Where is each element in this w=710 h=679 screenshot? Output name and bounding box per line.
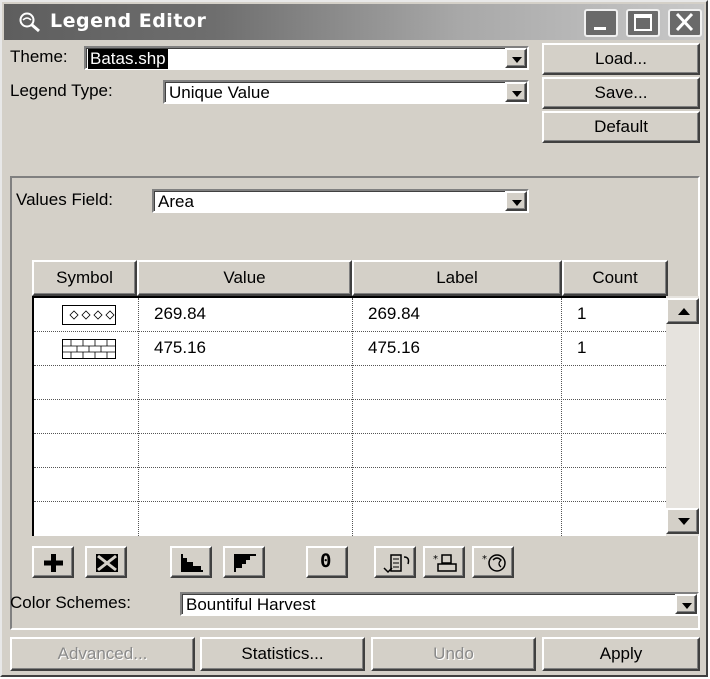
color-schemes-label: Color Schemes:: [10, 593, 131, 612]
table-row-empty[interactable]: [34, 468, 666, 502]
undo-button[interactable]: Undo: [371, 637, 536, 671]
minimize-icon: [594, 27, 606, 30]
delete-icon: [96, 554, 118, 572]
column-header-label[interactable]: Label: [352, 260, 562, 296]
column-header-count[interactable]: Count: [562, 260, 668, 296]
row-count: 1: [577, 304, 587, 323]
values-field-value: Area: [158, 192, 194, 211]
title-bar[interactable]: Legend Editor: [4, 4, 704, 40]
maximize-button[interactable]: [626, 9, 660, 37]
dotted-pattern-icon[interactable]: [62, 305, 116, 325]
theme-label: Theme:: [10, 47, 68, 66]
delete-button[interactable]: [85, 546, 127, 578]
table-row-empty[interactable]: [34, 400, 666, 434]
sort-ascending-button[interactable]: [170, 546, 212, 578]
values-field-label: Values Field:: [16, 190, 114, 209]
svg-text:*: *: [482, 554, 487, 565]
row-count: 1: [577, 338, 587, 357]
table-row-empty[interactable]: [34, 502, 666, 536]
chevron-down-icon: [512, 200, 522, 206]
scroll-up-button[interactable]: [666, 298, 699, 324]
chevron-down-icon: [512, 57, 522, 63]
legend-editor-window: Legend Editor Theme: Batas.shp Load... L…: [0, 0, 708, 677]
legend-editor-icon: [19, 12, 40, 33]
table-row-empty[interactable]: [34, 366, 666, 400]
legend-table: Symbol Value Label Count 269.84 269.84 1…: [32, 260, 699, 536]
load-button[interactable]: Load...: [542, 43, 700, 75]
table-row[interactable]: 475.16 475.16 1: [34, 332, 666, 366]
window-title: Legend Editor: [50, 10, 207, 32]
legend-type-label: Legend Type:: [10, 81, 113, 100]
legend-type-dropdown-arrow[interactable]: [505, 82, 527, 102]
add-button[interactable]: [32, 546, 74, 578]
maximize-icon: [634, 14, 652, 31]
color-schemes-value: Bountiful Harvest: [186, 595, 316, 614]
sort-descending-icon: [234, 554, 256, 572]
sort-descending-button[interactable]: [223, 546, 265, 578]
reverse-button[interactable]: [374, 546, 416, 578]
null-value-button[interactable]: 0: [306, 546, 348, 578]
save-button[interactable]: Save...: [542, 77, 700, 109]
legend-type-dropdown[interactable]: Unique Value: [163, 80, 529, 104]
values-field-dropdown[interactable]: Area: [152, 189, 529, 213]
theme-dropdown-arrow[interactable]: [505, 48, 527, 68]
row-value: 269.84: [154, 304, 206, 323]
statistics-button[interactable]: Statistics...: [200, 637, 365, 671]
null-value-icon: 0: [320, 550, 332, 572]
theme-value: Batas.shp: [88, 49, 168, 69]
paste-symbol-icon: *: [482, 554, 506, 572]
row-label[interactable]: 475.16: [360, 332, 420, 366]
scroll-down-button[interactable]: [666, 508, 699, 534]
vertical-scrollbar[interactable]: [666, 296, 699, 536]
scroll-down-icon: [678, 518, 690, 525]
column-header-symbol[interactable]: Symbol: [32, 260, 137, 296]
chevron-down-icon: [682, 603, 692, 609]
chevron-down-icon: [512, 91, 522, 97]
copy-symbol-button[interactable]: *: [423, 546, 465, 578]
copy-symbol-icon: *: [433, 554, 457, 572]
values-field-dropdown-arrow[interactable]: [505, 191, 527, 211]
scroll-up-icon: [678, 308, 690, 315]
theme-dropdown[interactable]: Batas.shp: [84, 46, 529, 70]
paste-symbol-button[interactable]: *: [472, 546, 514, 578]
close-button[interactable]: [668, 9, 702, 37]
row-value: 475.16: [154, 338, 206, 357]
apply-button[interactable]: Apply: [542, 637, 700, 671]
legend-type-value: Unique Value: [169, 83, 270, 102]
table-row[interactable]: 269.84 269.84 1: [34, 298, 666, 332]
default-button[interactable]: Default: [542, 111, 700, 143]
table-row-empty[interactable]: [34, 434, 666, 468]
close-icon: [675, 12, 694, 32]
add-icon: [44, 554, 63, 572]
brick-pattern-icon[interactable]: [62, 339, 116, 359]
row-label[interactable]: 269.84: [360, 298, 420, 332]
color-schemes-dropdown[interactable]: Bountiful Harvest: [180, 592, 699, 616]
table-body: 269.84 269.84 1 475.16 475.16 1: [32, 296, 666, 536]
minimize-button[interactable]: [584, 9, 618, 37]
color-schemes-dropdown-arrow[interactable]: [675, 594, 697, 614]
column-header-value[interactable]: Value: [137, 260, 352, 296]
reverse-icon: [383, 554, 410, 574]
advanced-button[interactable]: Advanced...: [10, 637, 195, 671]
sort-ascending-icon: [181, 554, 203, 572]
